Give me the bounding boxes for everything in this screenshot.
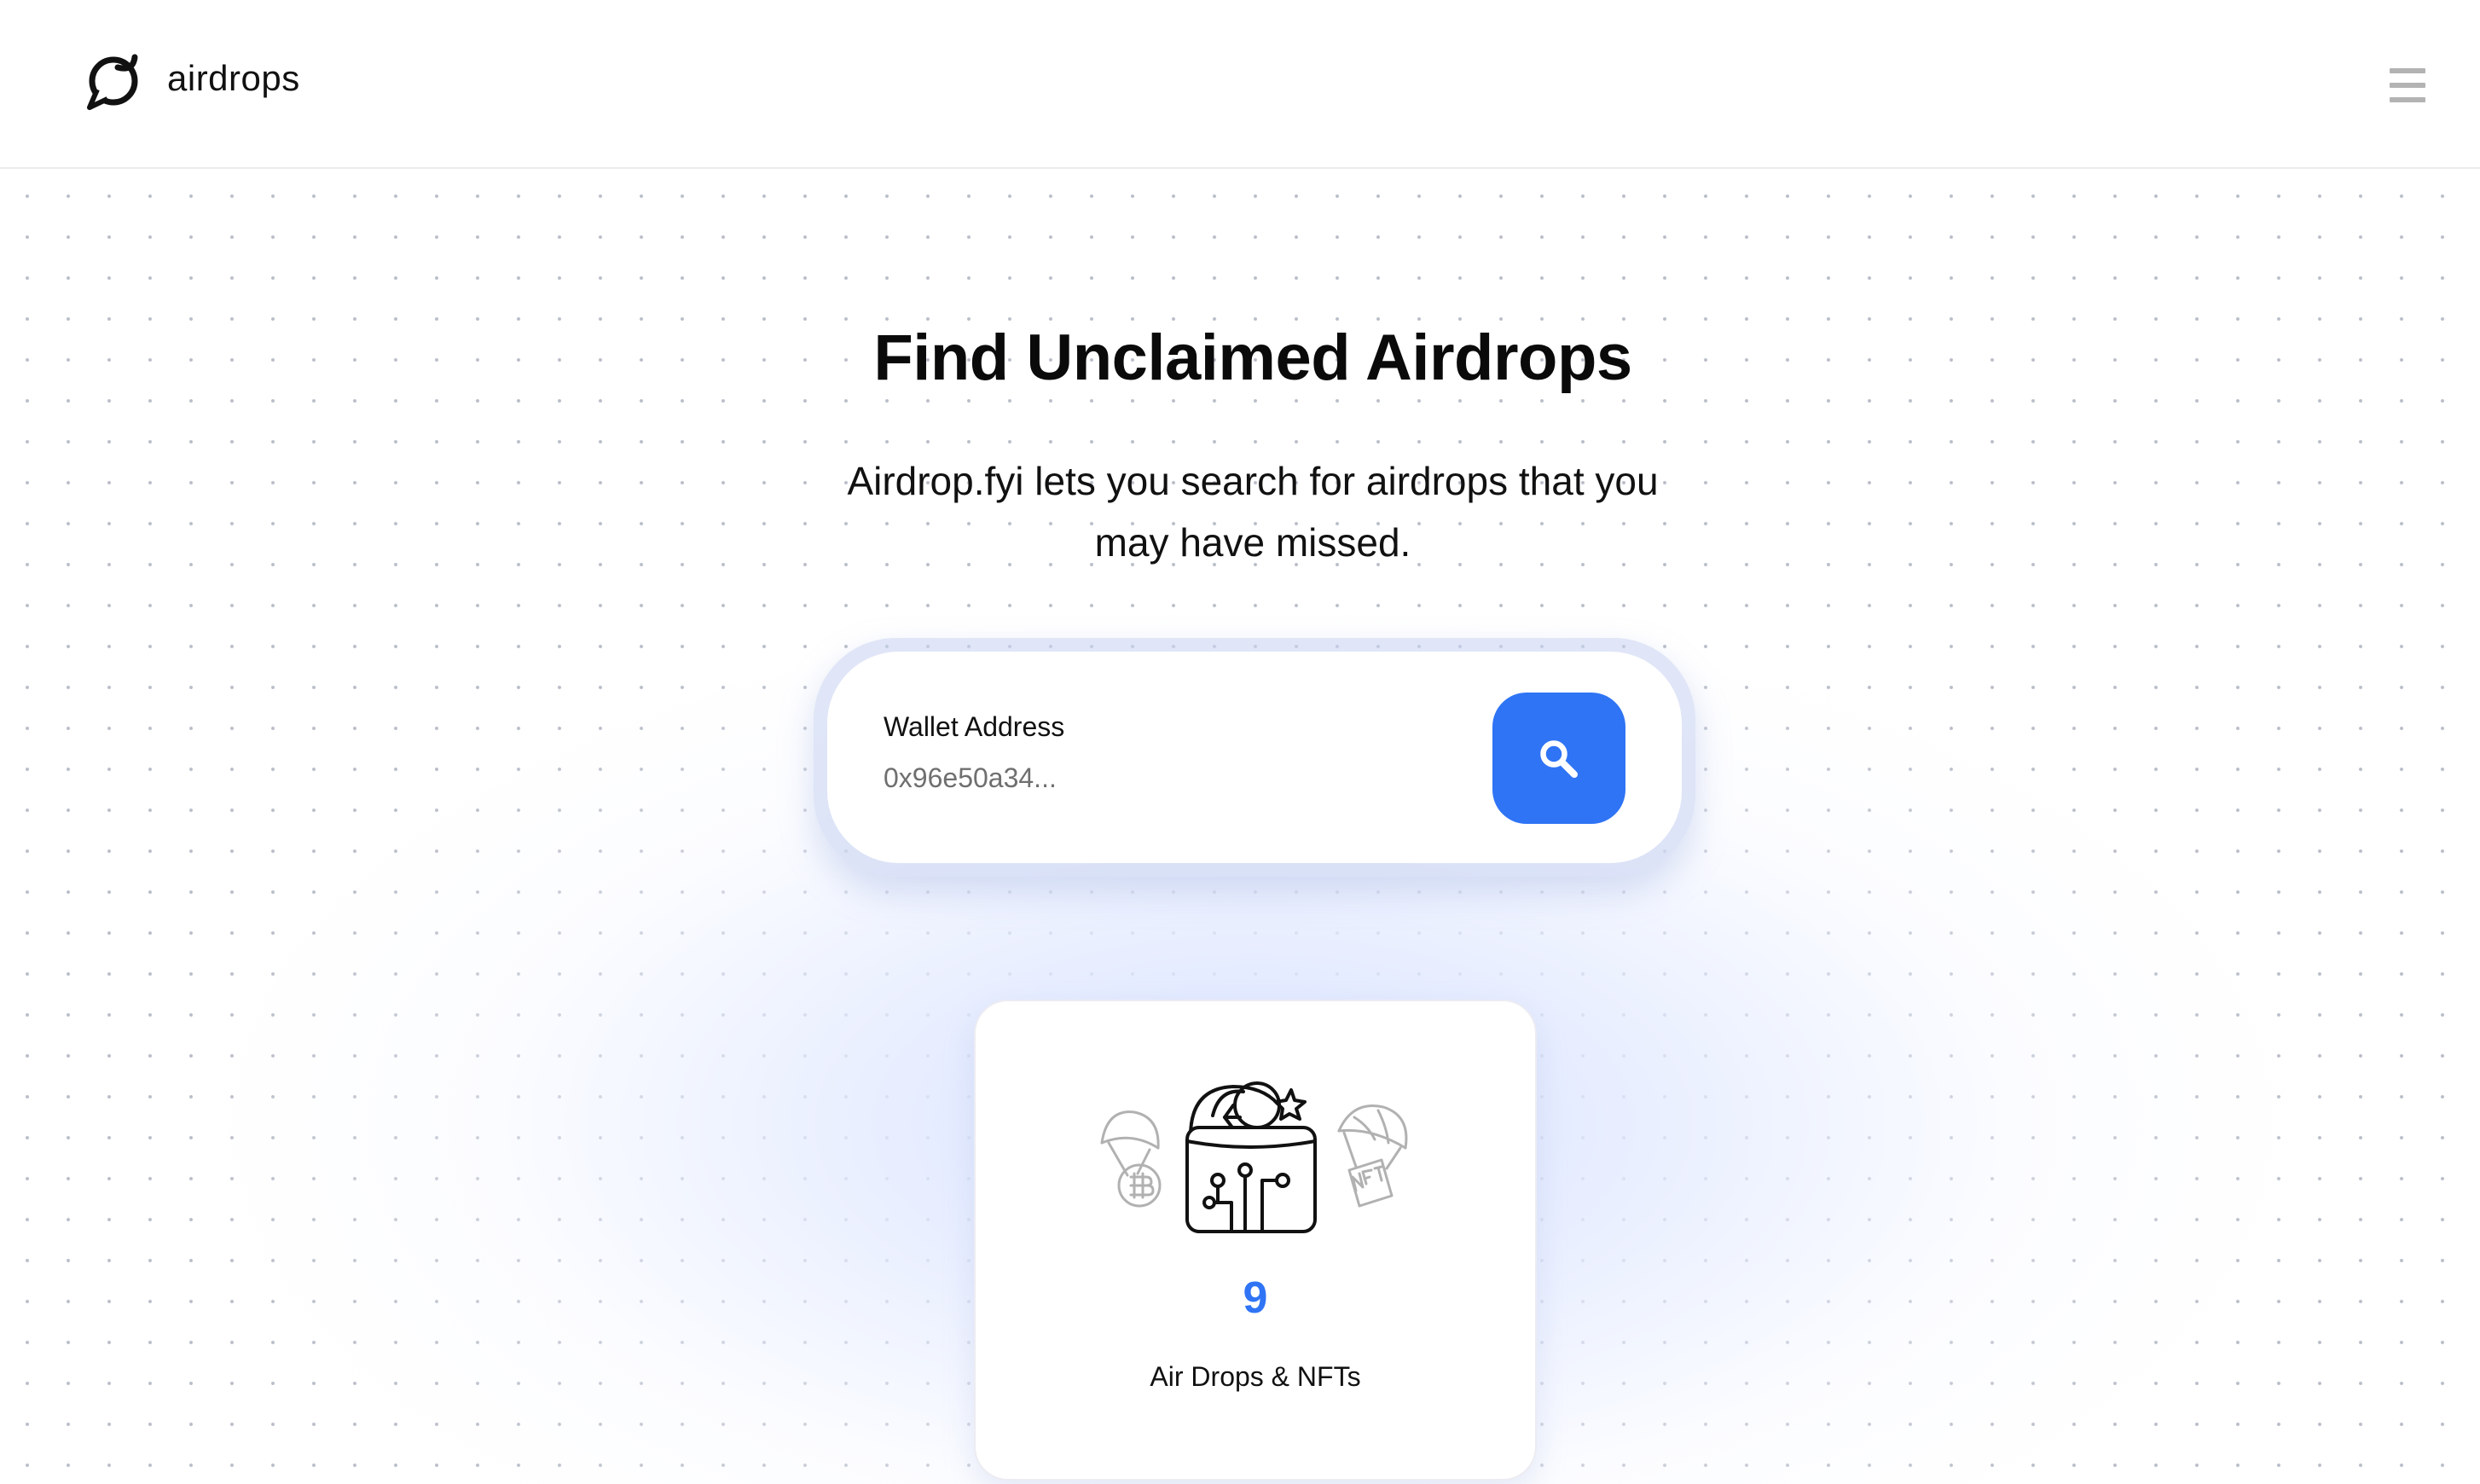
airdrops-logo-icon[interactable] — [82, 49, 143, 111]
search-panel: Wallet Address — [814, 638, 1695, 877]
wallet-address-label: Wallet Address — [884, 711, 1065, 742]
wallet-address-input[interactable] — [884, 756, 1446, 800]
nft-parachute-icon — [1337, 1104, 1408, 1208]
bitcoin-parachute-icon — [1100, 1110, 1162, 1208]
airdrop-count: 9 — [1243, 1273, 1268, 1323]
search-box: Wallet Address — [827, 652, 1682, 863]
search-button[interactable] — [1492, 693, 1625, 824]
airdrop-count-label: Air Drops & NFTs — [1150, 1361, 1361, 1392]
card-illustration — [1100, 1081, 1408, 1233]
site-header: airdrops — [0, 0, 2480, 169]
page-title: Find Unclaimed Airdrops — [873, 322, 1632, 394]
hamburger-menu-icon[interactable] — [2390, 67, 2425, 104]
page-subtitle: Airdrop.fyi lets you search for airdrops… — [847, 459, 1659, 565]
stat-card[interactable]: 9 Air Drops & NFTs — [974, 1000, 1537, 1481]
main-content: Find Unclaimed Airdrops Airdrop.fyi lets… — [0, 0, 2480, 1484]
search-icon — [1540, 740, 1578, 778]
brand-name[interactable]: airdrops — [167, 56, 300, 101]
crypto-wallet-icon — [1185, 1081, 1317, 1233]
